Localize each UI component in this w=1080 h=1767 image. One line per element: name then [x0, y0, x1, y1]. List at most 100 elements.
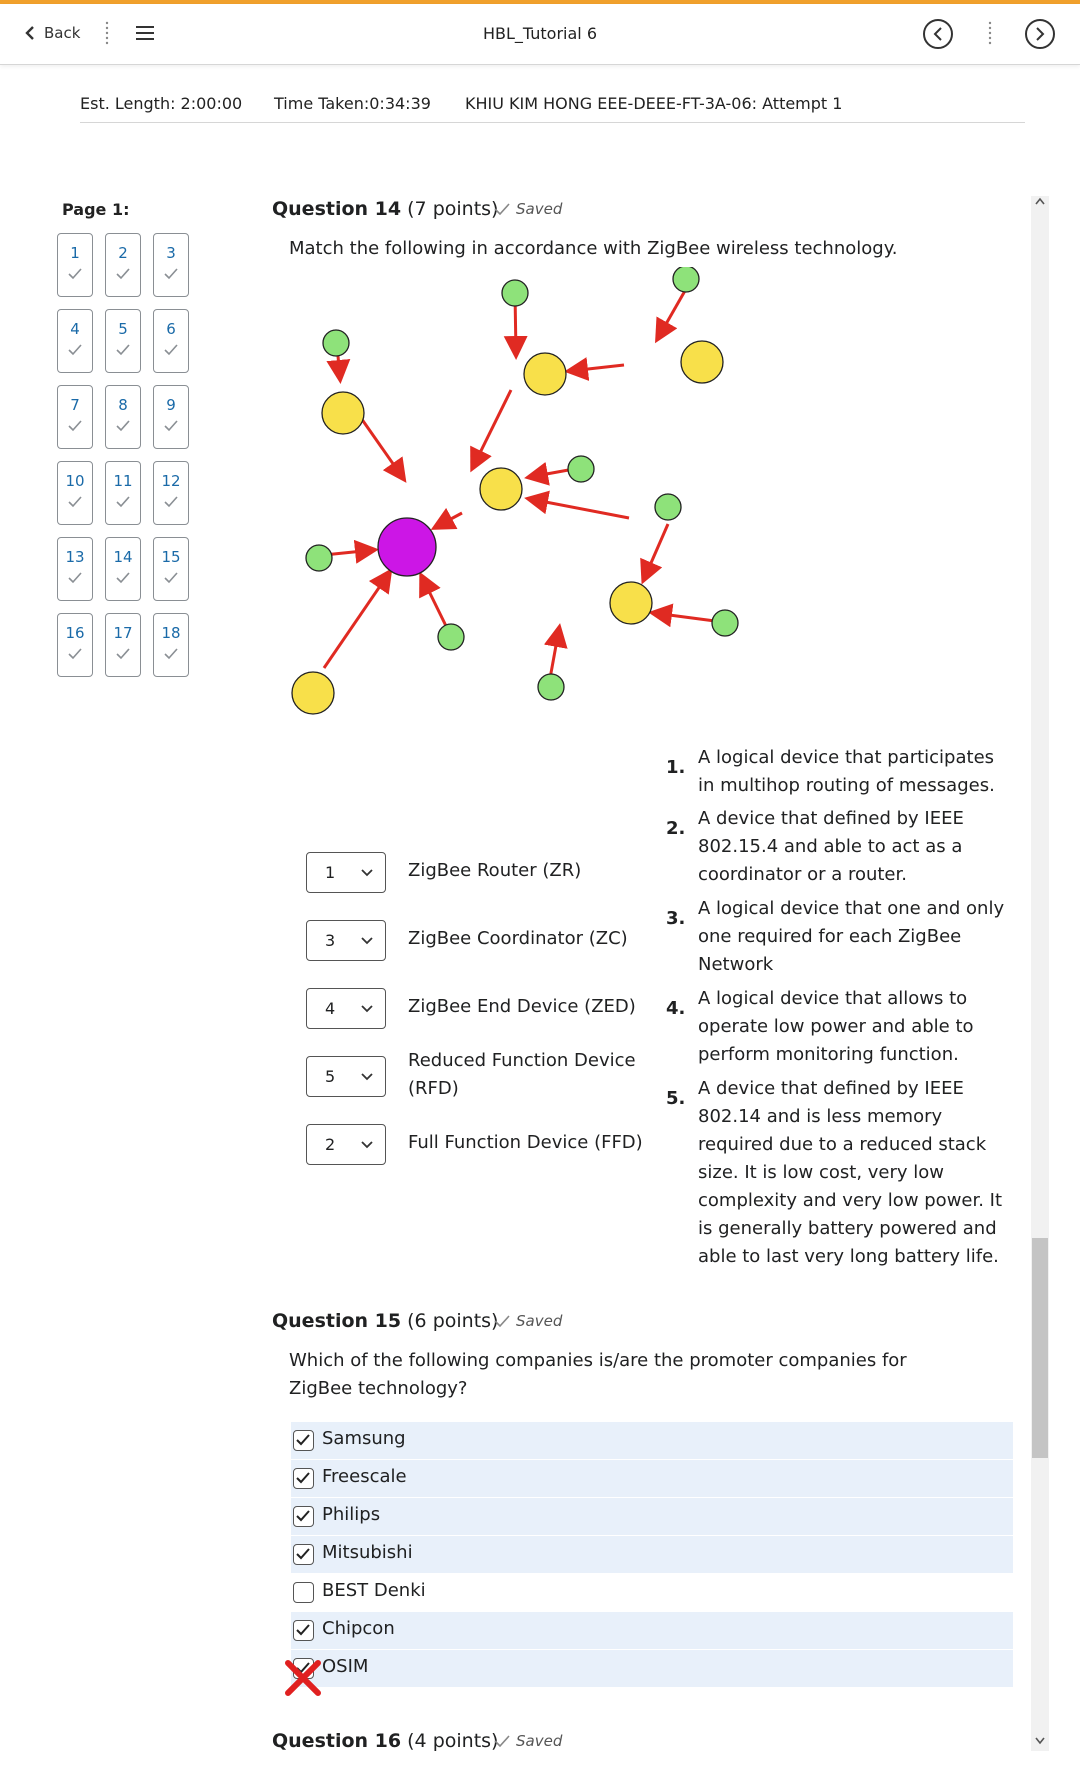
checkbox-unchecked[interactable] [293, 1582, 314, 1603]
question-nav-number: 17 [113, 624, 133, 642]
scroll-up-icon[interactable] [1034, 196, 1046, 206]
question-nav-button[interactable]: 3 [153, 233, 189, 297]
select-value: 1 [325, 863, 336, 882]
match-select-rfd[interactable]: 5 [306, 1056, 386, 1097]
scroll-down-icon[interactable] [1034, 1736, 1046, 1746]
question-nav-number: 12 [161, 472, 181, 490]
option-row[interactable]: BEST Denki [291, 1574, 1013, 1611]
question-nav-button[interactable]: 13 [57, 537, 93, 601]
question-nav-number: 10 [65, 472, 85, 490]
match-select-zr[interactable]: 1 [306, 852, 386, 893]
separator-dots-icon [988, 21, 992, 45]
question-nav-button[interactable]: 18 [153, 613, 189, 677]
checkmark-icon [296, 1434, 310, 1446]
question-title: Question 15 [272, 1310, 402, 1332]
answer-text: A logical device that allows to operate … [698, 988, 974, 1065]
answer-text: A device that defined by IEEE 802.14 and… [698, 1078, 1003, 1267]
option-row[interactable]: Samsung [291, 1422, 1013, 1459]
match-select-ffd[interactable]: 2 [306, 1124, 386, 1165]
time-taken: Time Taken:0:34:39 [274, 94, 431, 113]
question-title: Question 14 [272, 198, 402, 220]
answer-number: 5. [666, 1088, 686, 1109]
question-nav-button[interactable]: 14 [105, 537, 141, 601]
check-icon [494, 203, 510, 215]
question-text: Match the following in accordance with Z… [289, 238, 898, 259]
option-label: BEST Denki [322, 1580, 426, 1601]
check-icon [164, 496, 178, 508]
saved-status: Saved [494, 200, 562, 218]
zigbee-network-diagram [289, 267, 787, 715]
chevron-down-icon [361, 1073, 373, 1081]
question-nav-button[interactable]: 12 [153, 461, 189, 525]
answer-number: 1. [666, 757, 686, 778]
question-nav-button[interactable]: 16 [57, 613, 93, 677]
question-nav-button[interactable]: 6 [153, 309, 189, 373]
question-nav-button[interactable]: 1 [57, 233, 93, 297]
question-nav-number: 16 [65, 624, 85, 642]
saved-status: Saved [494, 1732, 562, 1750]
saved-label: Saved [516, 200, 563, 218]
check-icon [68, 344, 82, 356]
question-points: (6 points) [401, 1310, 499, 1332]
scrollbar-thumb[interactable] [1032, 1238, 1048, 1458]
question-nav-button[interactable]: 17 [105, 613, 141, 677]
checkmark-icon [296, 1624, 310, 1636]
match-select-zc[interactable]: 3 [306, 920, 386, 961]
select-value: 2 [325, 1135, 336, 1154]
checkbox-checked[interactable] [293, 1544, 314, 1565]
chevron-down-icon [361, 1141, 373, 1149]
option-label: Samsung [322, 1428, 406, 1449]
answer-number: 4. [666, 998, 686, 1019]
question-nav-button[interactable]: 9 [153, 385, 189, 449]
question-nav-button[interactable]: 5 [105, 309, 141, 373]
option-row[interactable]: OSIM [291, 1650, 1013, 1687]
question-text: Which of the following companies is/are … [289, 1350, 907, 1399]
question-nav-button[interactable]: 11 [105, 461, 141, 525]
question-points: (4 points) [401, 1730, 499, 1752]
option-row[interactable]: Mitsubishi [291, 1536, 1013, 1573]
question-14-header: Question 14 (7 points) [272, 198, 498, 220]
question-nav-number: 14 [113, 548, 133, 566]
previous-page-button[interactable] [923, 19, 953, 49]
answer-text: A logical device that one and only one r… [698, 898, 1005, 975]
checkbox-checked[interactable] [293, 1468, 314, 1489]
question-nav-number: 18 [161, 624, 181, 642]
est-length: Est. Length: 2:00:00 [80, 94, 243, 113]
chevron-left-icon [933, 27, 942, 41]
question-nav-button[interactable]: 2 [105, 233, 141, 297]
question-nav-button[interactable]: 10 [57, 461, 93, 525]
option-row[interactable]: Freescale [291, 1460, 1013, 1497]
check-icon [68, 648, 82, 660]
question-nav-number: 11 [113, 472, 133, 490]
option-row[interactable]: Chipcon [291, 1612, 1013, 1649]
match-select-zed[interactable]: 4 [306, 988, 386, 1029]
question-nav-number: 8 [118, 396, 128, 414]
chevron-right-icon [1036, 27, 1045, 41]
check-icon [164, 572, 178, 584]
saved-status: Saved [494, 1312, 562, 1330]
question-nav-button[interactable]: 4 [57, 309, 93, 373]
page-label: Page 1: [62, 200, 130, 219]
question-points: (7 points) [401, 198, 499, 220]
question-nav-button[interactable]: 7 [57, 385, 93, 449]
next-page-button[interactable] [1025, 19, 1055, 49]
attempt-info: KHIU KIM HONG EEE-DEEE-FT-3A-06: Attempt… [465, 94, 843, 113]
match-label-zed: ZigBee End Device (ZED) [408, 996, 636, 1017]
chevron-down-icon [361, 937, 373, 945]
incorrect-x-icon [285, 1660, 321, 1696]
question-nav-button[interactable]: 8 [105, 385, 141, 449]
question-title: Question 16 [272, 1730, 402, 1752]
check-icon [116, 496, 130, 508]
saved-label: Saved [516, 1312, 563, 1330]
checkbox-checked[interactable] [293, 1506, 314, 1527]
match-label-rfd: Reduced Function Device (RFD) [408, 1050, 636, 1099]
checkbox-checked[interactable] [293, 1620, 314, 1641]
check-icon [116, 572, 130, 584]
answer-number: 2. [666, 818, 686, 839]
check-icon [116, 648, 130, 660]
checkbox-checked[interactable] [293, 1430, 314, 1451]
answer-text: A device that defined by IEEE 802.15.4 a… [698, 808, 964, 885]
question-nav-button[interactable]: 15 [153, 537, 189, 601]
scrollbar-track[interactable] [1031, 196, 1049, 1751]
option-row[interactable]: Philips [291, 1498, 1013, 1535]
